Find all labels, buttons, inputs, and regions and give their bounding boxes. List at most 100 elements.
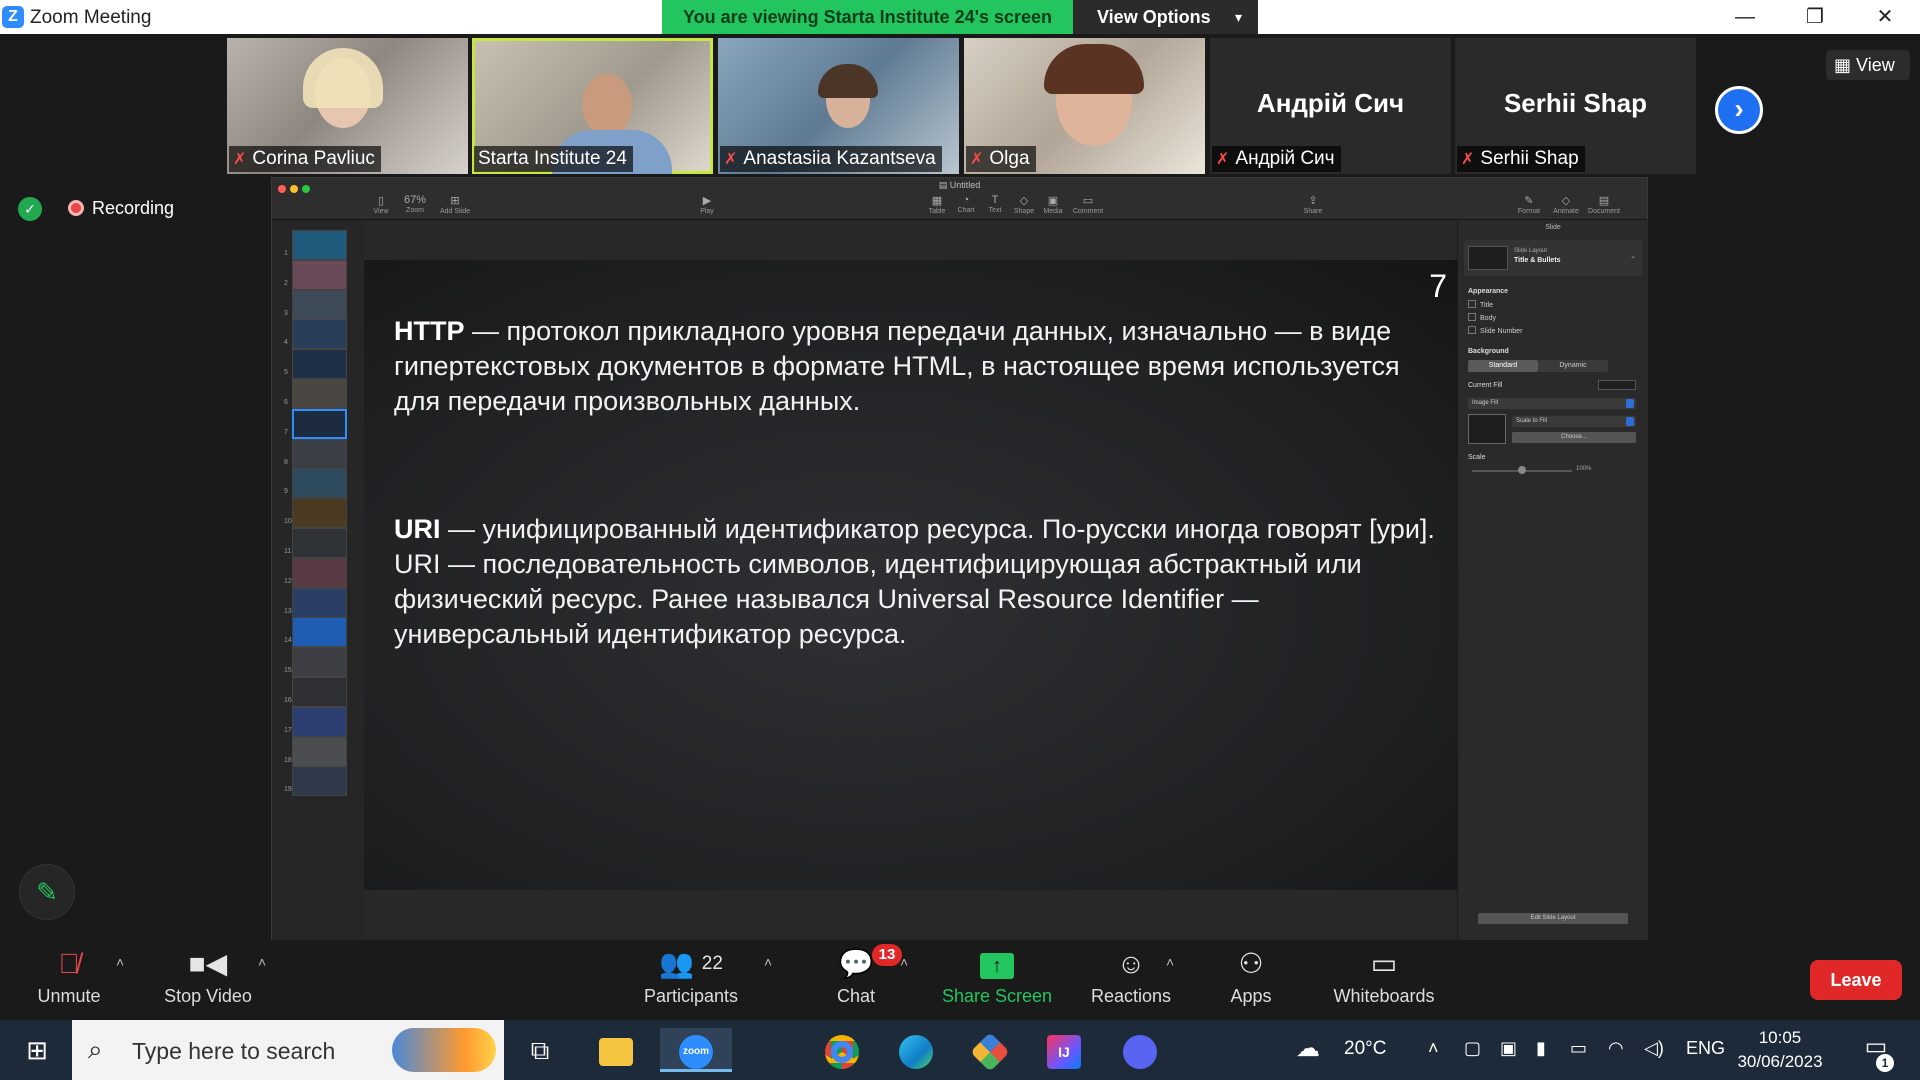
zoom-taskbar-icon[interactable]: zoom	[660, 1028, 732, 1072]
participant-display-name: Андрій Сич	[1256, 88, 1405, 118]
bg-standard-segment: Standard	[1468, 360, 1538, 372]
tray-overflow-chevron-icon[interactable]: ˄	[1428, 1038, 1439, 1059]
close-button[interactable]: ✕	[1850, 0, 1920, 34]
participants-icon: 👥 22	[659, 948, 723, 979]
share-screen-button[interactable]: ↑ Share Screen	[938, 942, 1056, 1020]
git-kraken-icon[interactable]	[962, 1028, 1018, 1072]
share-screen-icon: ↑	[980, 952, 1014, 979]
wifi-icon[interactable]: ◠	[1608, 1038, 1624, 1059]
scale-value: 100%	[1576, 466, 1592, 472]
input-language[interactable]: ENG	[1686, 1038, 1725, 1059]
view-options-button[interactable]: View Options ▾	[1073, 0, 1258, 34]
participant-tile[interactable]: Serhii Shap ✗ Serhii Shap	[1455, 38, 1696, 174]
participants-options-caret[interactable]: ˄	[758, 942, 784, 1020]
search-placeholder: Type here to search	[132, 1038, 336, 1064]
taskbar-search-box[interactable]: ⌕ Type here to search	[72, 1020, 504, 1080]
volume-icon[interactable]: ◁)	[1644, 1038, 1664, 1059]
participant-hair	[818, 64, 878, 98]
slide-thumbnail-number: 17	[284, 726, 292, 734]
clock-date: 30/06/2023	[1737, 1052, 1823, 1071]
slide-thumbnail	[292, 230, 347, 260]
brush-icon: ✎	[1524, 195, 1534, 207]
slide-thumbnail	[292, 647, 347, 678]
chevron-up-icon: ˄	[116, 954, 125, 970]
search-icon: ⌕	[88, 1034, 103, 1064]
slide-thumbnail-number: 16	[284, 697, 292, 704]
choose-button: Choose...	[1512, 432, 1636, 443]
slide-thumbnail	[292, 617, 347, 648]
slide-thumbnail	[292, 259, 347, 290]
participant-tile[interactable]: ✗ Corina Pavliuc	[227, 38, 468, 174]
keynote-toolbar: ▤ Untitled ▯ View 67% Zoom ⊞ Add Slide ▶ Pla…	[272, 178, 1647, 220]
participant-nameplate: ✗ Anastasiia Kazantseva	[720, 146, 942, 172]
appearance-label: Appearance	[1468, 288, 1509, 295]
weather-temperature[interactable]: 20°C	[1344, 1038, 1386, 1060]
participant-nameplate: ✗ Olga	[966, 146, 1036, 172]
slide-thumbnail	[292, 528, 347, 558]
file-explorer-icon[interactable]	[588, 1028, 644, 1072]
recording-indicator[interactable]: Recording	[64, 193, 174, 223]
audio-options-caret[interactable]: ˄	[110, 942, 136, 1020]
slide-thumbnail-number: 8	[284, 458, 288, 466]
task-view-icon[interactable]: ⧉	[512, 1028, 568, 1072]
apps-icon: ⚇	[1238, 948, 1264, 979]
weather-cloud-icon[interactable]: ☁	[1296, 1034, 1320, 1063]
fill-type-select: Image Fill	[1468, 398, 1636, 409]
zoom-window: Z Zoom Meeting You are viewing Starta In…	[0, 0, 1920, 1080]
edge-icon[interactable]	[888, 1028, 944, 1072]
kn-format-tool: ✎ Format	[1512, 194, 1546, 215]
slide: 7 HTTP — протокол прикладного уровня пер…	[364, 260, 1457, 890]
notification-count: 1	[1876, 1054, 1894, 1072]
intellij-idea-icon[interactable]: IJ	[1036, 1028, 1092, 1072]
system-clock[interactable]: 10:05 30/06/2023	[1730, 1026, 1830, 1074]
notifications-icon[interactable]: ▭ 1	[1856, 1032, 1896, 1072]
unmute-button[interactable]: 🎙̸ Unmute	[30, 942, 108, 1020]
discord-icon[interactable]	[1112, 1028, 1168, 1072]
windows-start-icon[interactable]: ⊞	[10, 1032, 64, 1068]
shared-screen[interactable]: ▤ Untitled ▯ View 67% Zoom ⊞ Add Slide ▶ Pla…	[271, 177, 1648, 940]
participant-tile[interactable]: Андрій Сич ✗ Андрій Сич	[1210, 38, 1451, 174]
microphone-tray-icon[interactable]: ▮	[1536, 1038, 1546, 1059]
participant-display-name: Serhii Shap	[1503, 88, 1648, 118]
next-page-arrow-icon[interactable]: ›	[1715, 86, 1763, 134]
kn-share-tool: ⇪ Share	[1296, 194, 1330, 215]
slide-thumbnail-number: 1	[284, 250, 288, 257]
participant-tile-active-speaker[interactable]: Starta Institute 24	[472, 38, 713, 174]
restore-button[interactable]: ❐	[1780, 0, 1850, 34]
slide-thumbnail	[292, 587, 347, 618]
title-bar: Z Zoom Meeting You are viewing Starta In…	[0, 0, 1920, 34]
share-icon: ⇪	[1308, 195, 1318, 207]
participant-tile[interactable]: ✗ Anastasiia Kazantseva	[718, 38, 959, 174]
meet-now-icon[interactable]: ▢	[1464, 1038, 1481, 1059]
participant-tile[interactable]: ✗ Olga	[964, 38, 1205, 174]
annotate-pencil-icon[interactable]: ✎	[19, 864, 75, 920]
video-options-caret[interactable]: ˄	[252, 942, 278, 1020]
reactions-options-caret[interactable]: ˄	[1160, 942, 1186, 1020]
whiteboards-button[interactable]: ▭ Whiteboards	[1328, 942, 1440, 1020]
muted-mic-icon: ✗	[233, 151, 247, 168]
leave-button[interactable]: Leave	[1810, 960, 1902, 1000]
kn-comment-tool: ▭ Comment	[1072, 195, 1104, 215]
screen-share-tray-icon[interactable]: ▣	[1500, 1038, 1517, 1059]
bg-dynamic-segment: Dynamic	[1538, 360, 1608, 372]
chevron-up-icon: ˄	[258, 954, 267, 970]
stop-video-button[interactable]: ■◀ Stop Video	[156, 942, 260, 1020]
kn-document-tool: ▤ Document	[1588, 195, 1620, 215]
chat-options-caret[interactable]: ˄	[894, 942, 920, 1020]
slide-thumbnail	[292, 677, 347, 707]
battery-icon[interactable]: ▭	[1570, 1038, 1587, 1059]
slide-number: 7	[1429, 268, 1447, 304]
kn-add-slide-tool: ⊞ Add Slide	[438, 194, 472, 215]
app-title: Zoom Meeting	[30, 7, 152, 28]
chrome-icon[interactable]	[814, 1028, 870, 1072]
minimize-button[interactable]: —	[1710, 0, 1780, 34]
apps-button[interactable]: ⚇ Apps	[1220, 942, 1282, 1020]
slide-thumbnail-number: 9	[284, 488, 288, 496]
security-shield-icon[interactable]: ✓	[18, 197, 42, 221]
recording-dot-icon	[68, 200, 84, 216]
current-fill-label: Current Fill	[1468, 382, 1503, 389]
view-button[interactable]: ▦ View	[1826, 50, 1910, 80]
chat-button[interactable]: 💬 13 Chat	[820, 942, 902, 1020]
sidebar-icon: ▯	[377, 195, 385, 207]
participants-button[interactable]: 👥 22 Participants	[636, 942, 746, 1020]
